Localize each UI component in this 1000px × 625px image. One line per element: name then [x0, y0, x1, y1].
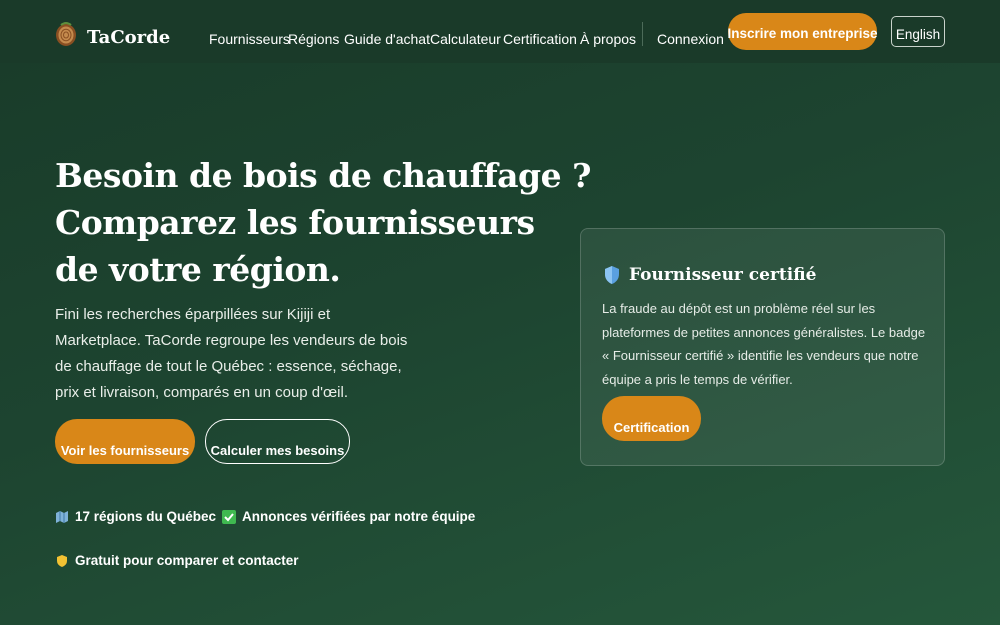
certification-button[interactable]: Certification: [602, 396, 701, 441]
hero-title: Besoin de bois de chauffage ? Comparez l…: [55, 152, 591, 293]
feature-text: Annonces vérifiées par notre équipe: [242, 509, 476, 524]
card-title-text: Fournisseur certifié: [629, 265, 817, 285]
feature-free: Gratuit pour comparer et contacter: [55, 553, 299, 568]
log-icon: [56, 22, 76, 46]
feature-verified: Annonces vérifiées par notre équipe: [222, 509, 475, 524]
feature-regions: 17 régions du Québec: [55, 509, 216, 524]
feature-text: Gratuit pour comparer et contacter: [75, 553, 299, 568]
shield-icon: [605, 266, 619, 284]
nav-certification[interactable]: Certification: [503, 31, 577, 47]
hero-description: Fini les recherches éparpillées sur Kiji…: [55, 306, 408, 401]
signup-button[interactable]: Inscrire mon entreprise: [727, 13, 878, 50]
shield-icon: [55, 554, 69, 568]
nav-calculateur[interactable]: Calculateur: [430, 31, 501, 47]
map-icon: [55, 510, 69, 524]
check-icon: [222, 509, 236, 524]
hero-title-line: de votre région.: [55, 250, 341, 289]
login-link[interactable]: Connexion: [657, 31, 724, 47]
card-title: Fournisseur certifié: [603, 265, 816, 285]
nav-a-propos[interactable]: À propos: [580, 31, 636, 47]
language-toggle-button[interactable]: English: [891, 16, 945, 47]
view-suppliers-button[interactable]: Voir les fournisseurs: [55, 419, 195, 464]
nav-fournisseurs[interactable]: Fournisseurs: [209, 31, 290, 47]
hero-title-line: Besoin de bois de chauffage ?: [55, 156, 591, 195]
site-header: TaCorde Fournisseurs Régions Guide d'ach…: [0, 0, 1000, 63]
logo-text: TaCorde: [87, 26, 171, 48]
hero-title-line: Comparez les fournisseurs: [55, 203, 535, 242]
nav-regions[interactable]: Régions: [288, 31, 339, 47]
card-text: La fraude au dépôt est un problème réel …: [602, 301, 926, 387]
certified-supplier-card: Fournisseur certifié La fraude au dépôt …: [580, 228, 945, 466]
nav-divider: [642, 22, 643, 46]
logo[interactable]: TaCorde: [55, 18, 170, 50]
feature-text: 17 régions du Québec: [75, 509, 217, 524]
calculate-needs-button[interactable]: Calculer mes besoins: [205, 419, 350, 464]
nav-guide-achat[interactable]: Guide d'achat: [344, 31, 430, 47]
